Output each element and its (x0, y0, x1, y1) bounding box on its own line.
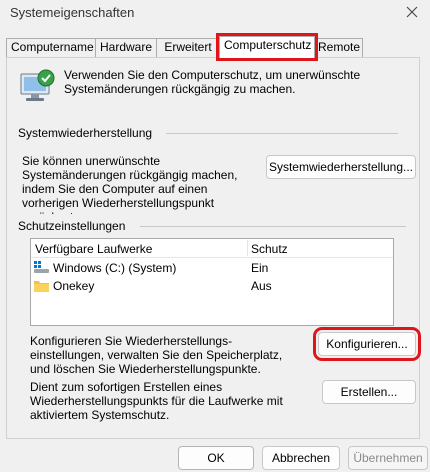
configure-button[interactable]: Konfigurieren... (313, 327, 421, 361)
intro-text: Verwenden Sie den Computerschutz, um une… (64, 68, 361, 96)
restore-text: Sie können unerwünschte Systemänderungen… (22, 154, 238, 214)
column-header-protection[interactable]: Schutz (251, 242, 288, 256)
system-restore-button[interactable]: Systemwiederherstellung... (266, 155, 416, 179)
drive-name: Onekey (53, 279, 95, 293)
window-title: Systemeigenschaften (10, 5, 135, 20)
restore-group-title: Systemwiederherstellung (18, 126, 153, 140)
create-text: Dient zum sofortigen Erstellen eines Wie… (30, 380, 283, 422)
drives-list-header: Verfügbare Laufwerke Schutz (31, 239, 393, 258)
tab-remote[interactable]: Remote (313, 38, 363, 57)
folder-icon (34, 279, 49, 292)
column-separator (247, 240, 248, 256)
list-item[interactable]: Onekey Aus (31, 277, 393, 295)
tab-bar: Computername Hardware Erweitert Computer… (6, 33, 422, 61)
apply-button[interactable]: Übernehmen (348, 446, 428, 470)
column-header-drives[interactable]: Verfügbare Laufwerke (35, 242, 152, 256)
drives-list[interactable]: Verfügbare Laufwerke Schutz Windows (C:)… (30, 238, 394, 326)
tab-hardware[interactable]: Hardware (95, 38, 157, 57)
list-item[interactable]: Windows (C:) (System) Ein (31, 259, 393, 277)
cancel-button[interactable]: Abbrechen (262, 446, 340, 470)
close-icon[interactable] (402, 2, 422, 22)
divider (166, 133, 398, 134)
drive-status: Aus (251, 279, 272, 293)
system-drive-icon (34, 261, 49, 274)
ok-button[interactable]: OK (178, 446, 254, 470)
create-button[interactable]: Erstellen... (322, 380, 416, 404)
drive-name: Windows (C:) (System) (53, 261, 177, 275)
system-protection-icon (18, 68, 58, 104)
tab-erweitert[interactable]: Erweitert (156, 38, 220, 57)
drive-status: Ein (251, 261, 269, 275)
tab-computername[interactable]: Computername (6, 38, 96, 57)
configure-text: Konfigurieren Sie Wiederherstellungs-ein… (30, 334, 283, 376)
protection-group-title: Schutzeinstellungen (18, 219, 126, 233)
tab-computerschutz[interactable]: Computerschutz (216, 33, 318, 61)
divider (140, 226, 406, 227)
